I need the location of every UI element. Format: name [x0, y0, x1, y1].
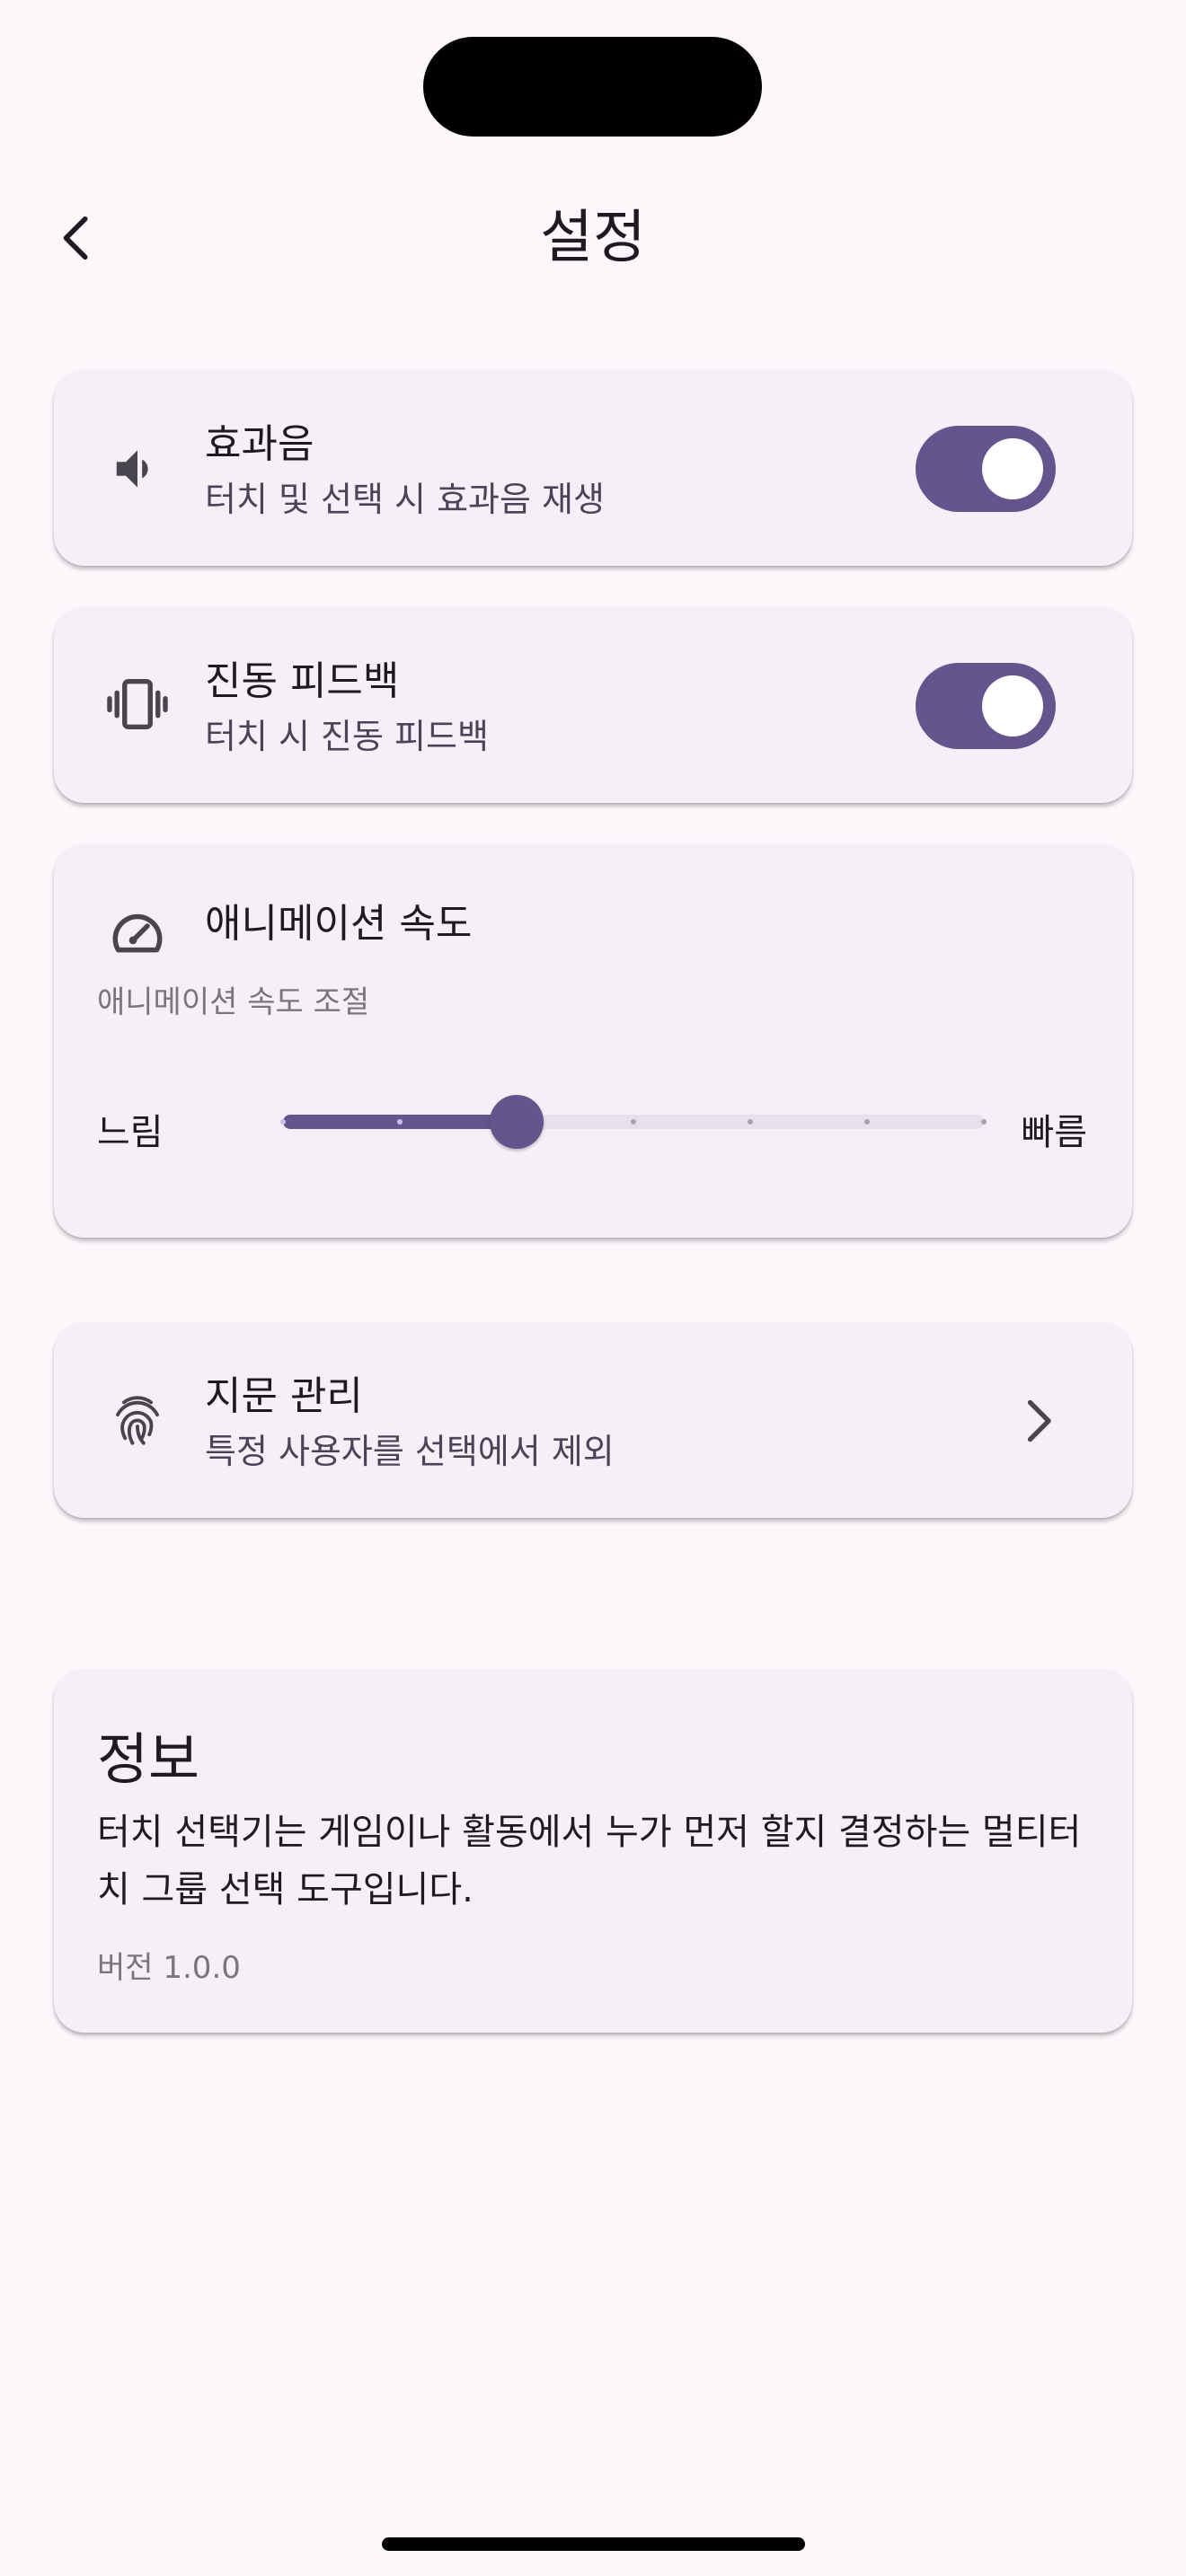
fingerprint-title: 지문 관리: [205, 1373, 363, 1419]
home-indicator: [382, 2537, 805, 2551]
sound-setting-card: 효과음 터치 및 선택 시 효과음 재생: [54, 370, 1132, 566]
animation-speed-card: 애니메이션 속도 애니메이션 속도 조절 느림 빠름: [54, 844, 1132, 1238]
toggle-knob: [982, 675, 1043, 737]
slider-max-label: 빠름: [1021, 1112, 1087, 1153]
animation-speed-slider[interactable]: [229, 1087, 1038, 1159]
sound-toggle[interactable]: [916, 426, 1056, 512]
sound-setting-title: 효과음: [205, 421, 314, 467]
vibration-toggle[interactable]: [916, 663, 1056, 749]
app-bar: 설정: [0, 175, 1186, 310]
speaker-icon: [97, 428, 178, 509]
slider-thumb[interactable]: [490, 1095, 544, 1149]
toggle-knob: [982, 438, 1043, 499]
slider-tick: [631, 1119, 636, 1125]
vibration-icon: [97, 664, 178, 745]
fingerprint-icon: [97, 1381, 178, 1461]
animation-speed-subtitle: 애니메이션 속도 조절: [97, 984, 370, 1020]
fingerprint-subtitle: 특정 사용자를 선택에서 제외: [205, 1432, 615, 1471]
slider-tick: [748, 1119, 753, 1125]
vibration-setting-card: 진동 피드백 터치 시 진동 피드백: [54, 607, 1132, 803]
vibration-setting-subtitle: 터치 시 진동 피드백: [205, 717, 489, 756]
slider-tick: [280, 1119, 286, 1125]
animation-speed-title: 애니메이션 속도: [205, 901, 473, 947]
vibration-setting-title: 진동 피드백: [205, 658, 400, 704]
slider-tick: [981, 1119, 987, 1125]
info-title: 정보: [97, 1726, 200, 1792]
page-title: 설정: [540, 205, 646, 271]
slider-min-label: 느림: [97, 1112, 164, 1153]
camera-notch: [423, 37, 762, 137]
sound-setting-subtitle: 터치 및 선택 시 효과음 재생: [205, 480, 605, 519]
app-version: 버전 1.0.0: [97, 1950, 241, 1986]
info-card: 정보 터치 선택기는 게임이나 활동에서 누가 먼저 할지 결정하는 멀티터치 …: [54, 1669, 1132, 2033]
slider-tick: [397, 1119, 403, 1125]
info-description: 터치 선택기는 게임이나 활동에서 누가 먼저 할지 결정하는 멀티터치 그룹 …: [97, 1812, 1082, 1910]
speedometer-icon: [97, 891, 178, 972]
slider-tick: [864, 1119, 870, 1125]
chevron-right-icon: [1006, 1389, 1069, 1452]
fingerprint-management-card[interactable]: 지문 관리 특정 사용자를 선택에서 제외: [54, 1322, 1132, 1518]
